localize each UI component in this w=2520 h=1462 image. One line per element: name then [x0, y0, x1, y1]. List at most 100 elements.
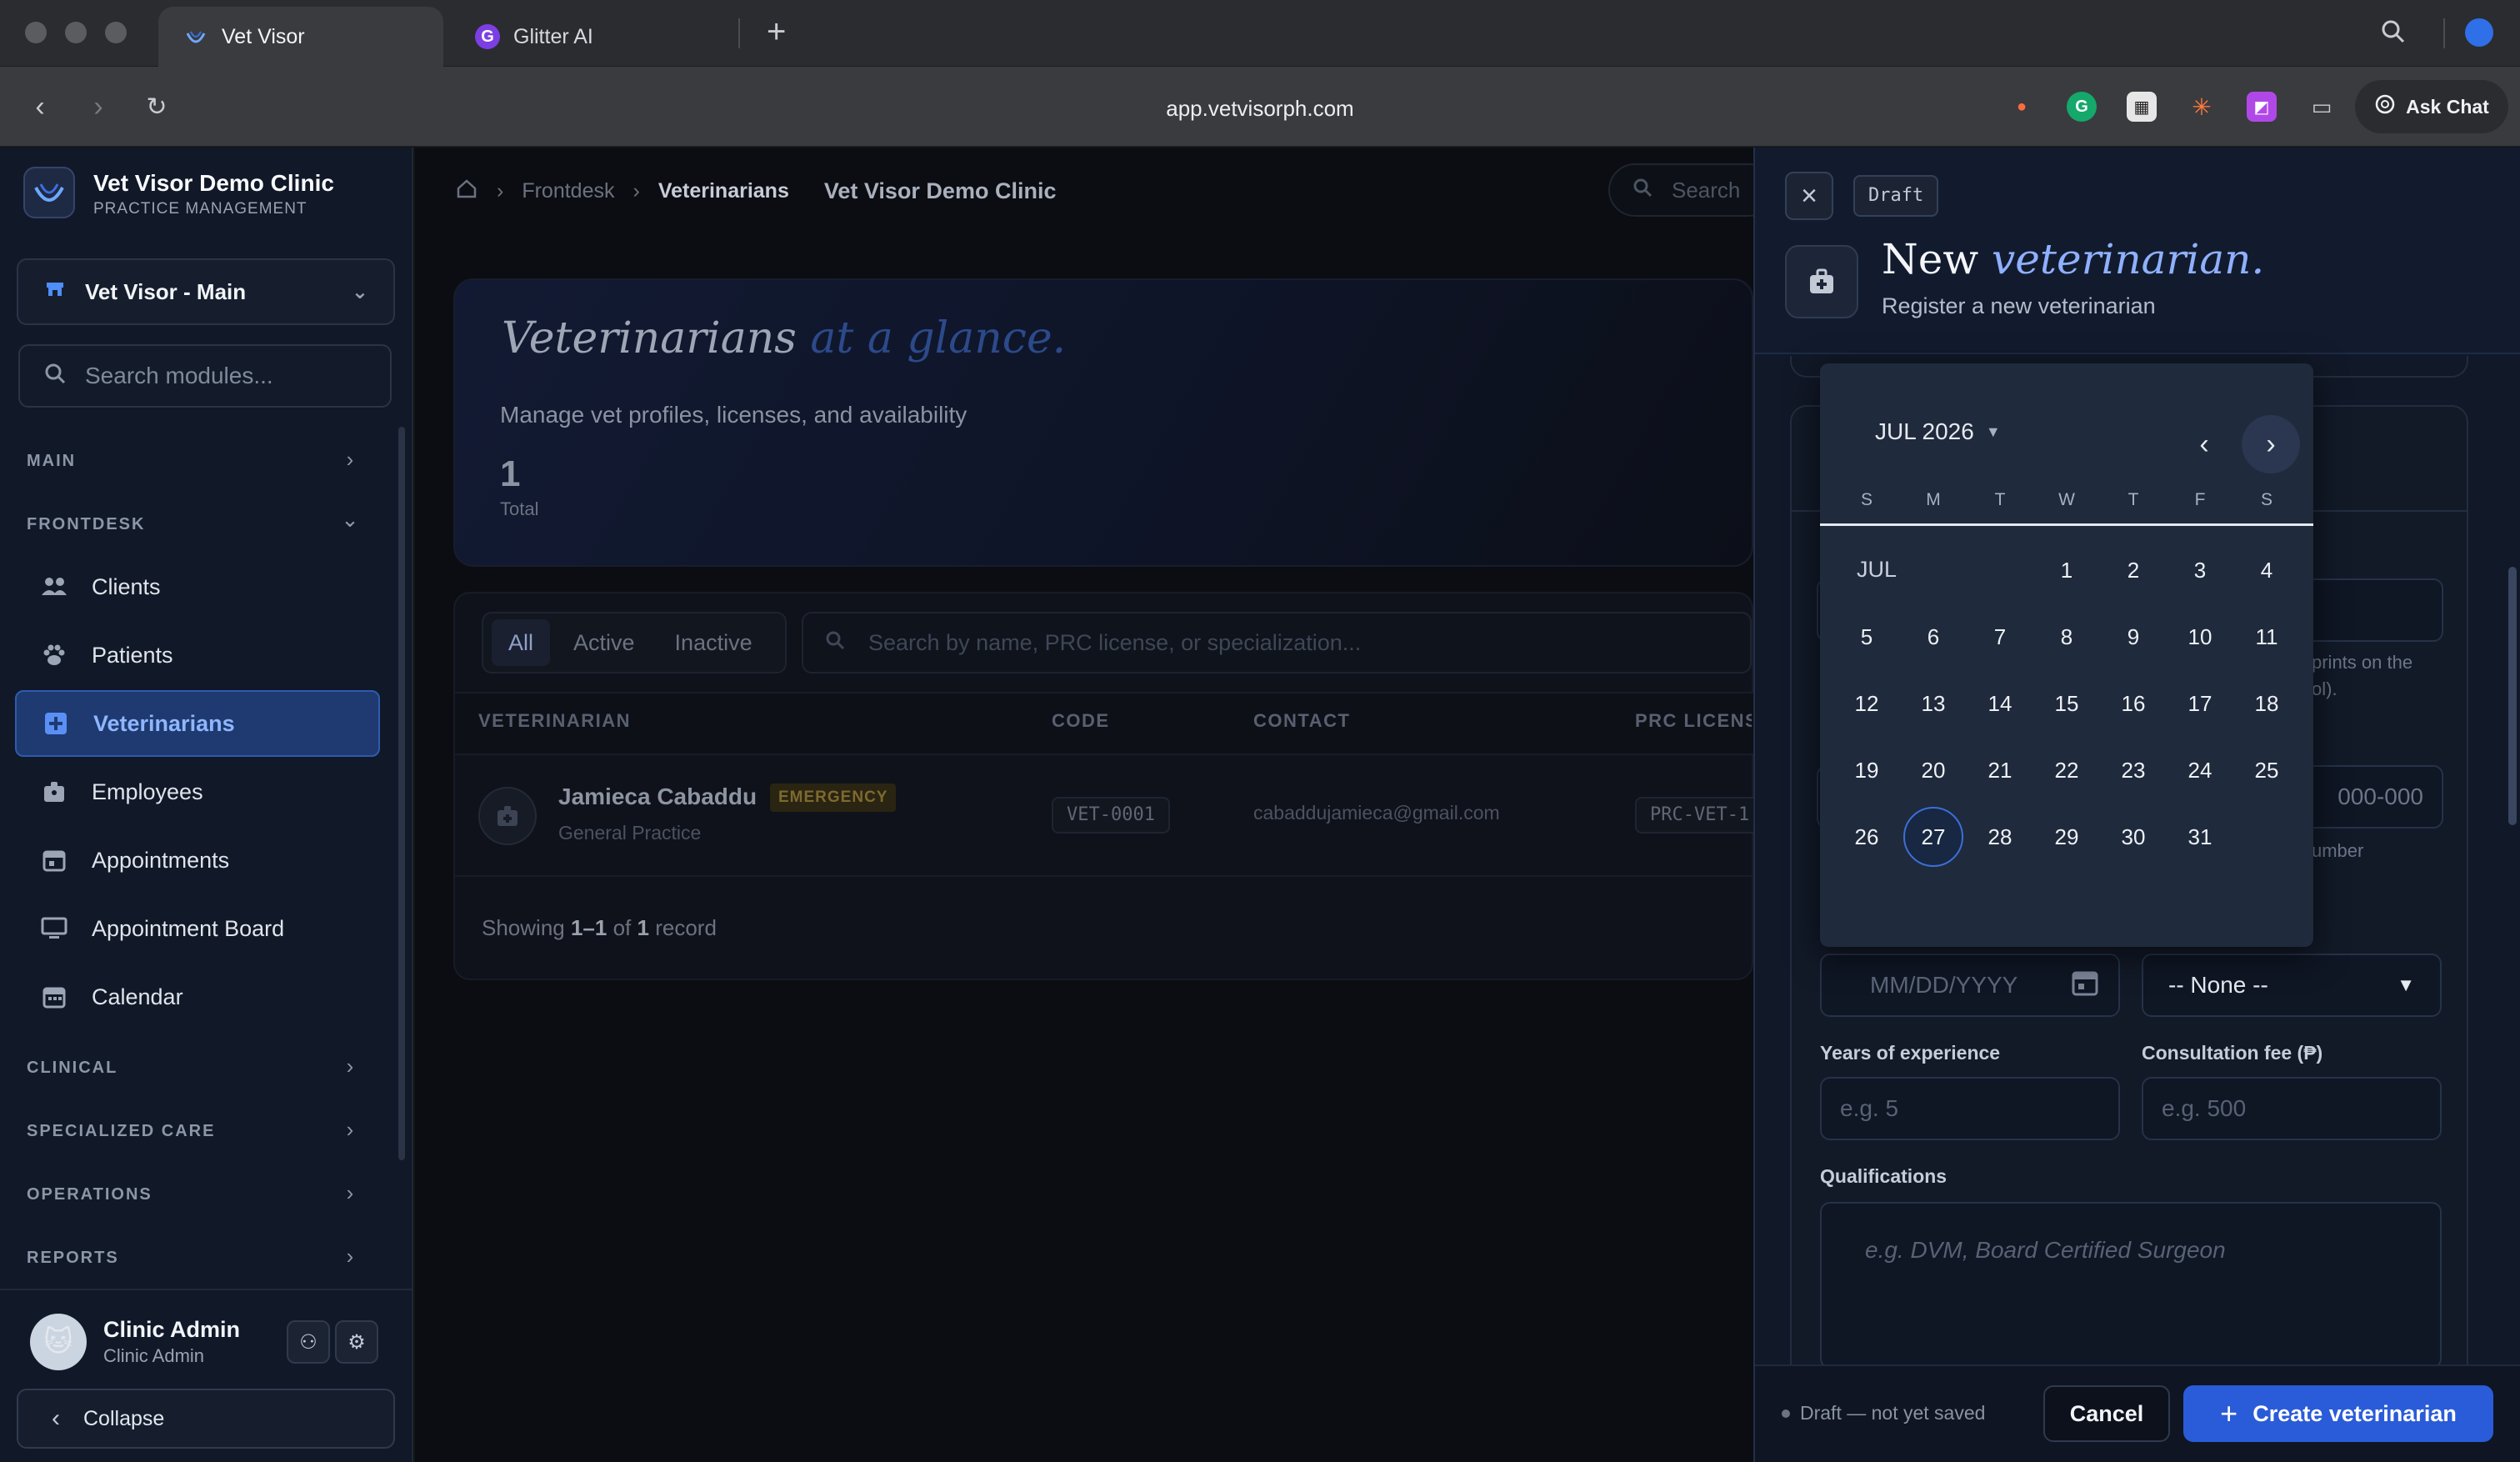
calendar-day[interactable]: 22 [2037, 740, 2097, 800]
calendar-day[interactable]: 28 [1970, 807, 2030, 867]
calendar-day[interactable]: 1 [2037, 540, 2097, 600]
calendar-day[interactable]: 21 [1970, 740, 2030, 800]
browser-tab-vetvisor[interactable]: Vet Visor [158, 7, 443, 67]
calendar-day[interactable]: 25 [2237, 740, 2297, 800]
home-icon[interactable] [455, 177, 478, 206]
switch-user-icon[interactable]: ⚇ [287, 1320, 330, 1364]
chevron-right-icon[interactable]: › [340, 1180, 360, 1206]
calendar-day[interactable]: 10 [2170, 607, 2230, 667]
extension-purple-icon[interactable]: ◩ [2247, 92, 2277, 122]
forward-icon[interactable]: › [80, 88, 117, 125]
calendar-day[interactable]: 9 [2103, 607, 2163, 667]
status-select[interactable]: -- None -- ▼ [2142, 954, 2442, 1017]
calendar-day[interactable]: 6 [1903, 607, 1963, 667]
profile-icon[interactable] [2465, 18, 2493, 47]
global-search-input[interactable]: Search [1608, 163, 1775, 217]
branch-selector[interactable]: Vet Visor - Main ⌄ [17, 258, 395, 325]
calendar-day[interactable]: 31 [2170, 807, 2230, 867]
calendar-day[interactable]: 2 [2103, 540, 2163, 600]
section-specialized-care[interactable]: SPECIALIZED CARE [27, 1122, 215, 1141]
breadcrumb-frontdesk[interactable]: Frontdesk [522, 179, 614, 203]
sidebar-item-patients[interactable]: Patients [15, 623, 380, 687]
tab-search-icon[interactable] [2380, 18, 2407, 52]
section-frontdesk[interactable]: FRONTDESK [27, 515, 145, 534]
sidebar-item-veterinarians[interactable]: Veterinarians [15, 690, 380, 757]
column-header-veterinarian[interactable]: VETERINARIAN [478, 710, 631, 732]
calendar-day[interactable]: 18 [2237, 673, 2297, 734]
chevron-right-icon[interactable]: › [340, 1054, 360, 1079]
sidebar-scrollbar[interactable] [398, 427, 405, 1160]
month-year-selector[interactable]: JUL 2026 ▼ [1875, 418, 2001, 445]
window-maximize-button[interactable] [105, 22, 127, 43]
filter-all[interactable]: All [492, 619, 551, 666]
chevron-down-icon[interactable]: ⌄ [340, 507, 360, 533]
chevron-right-icon[interactable]: › [340, 1244, 360, 1269]
create-veterinarian-button[interactable]: + Create veterinarian [2183, 1385, 2493, 1442]
previous-month-icon[interactable]: ‹ [2175, 415, 2233, 473]
qualifications-textarea[interactable]: e.g. DVM, Board Certified Surgeon [1820, 1202, 2442, 1369]
next-month-icon[interactable]: › [2242, 415, 2300, 473]
extension-chat-icon[interactable]: ▭ [2307, 92, 2337, 122]
calendar-day-selected[interactable]: 27 [1903, 807, 1963, 867]
window-close-button[interactable] [25, 22, 47, 43]
sidebar-item-calendar[interactable]: Calendar [15, 965, 380, 1029]
calendar-day[interactable]: 8 [2037, 607, 2097, 667]
calendar-day[interactable]: 7 [1970, 607, 2030, 667]
veterinarian-search-input[interactable]: Search by name, PRC license, or speciali… [802, 612, 1752, 673]
window-minimize-button[interactable] [65, 22, 87, 43]
filter-inactive[interactable]: Inactive [658, 619, 769, 666]
sidebar-item-employees[interactable]: Employees [15, 760, 380, 824]
browser-tab-glitter[interactable]: G Glitter AI [450, 7, 733, 67]
collapse-button[interactable]: ‹ Collapse [17, 1389, 395, 1449]
chevron-right-icon[interactable]: › [340, 1117, 360, 1143]
column-header-contact[interactable]: CONTACT [1253, 710, 1350, 732]
chevron-right-icon[interactable]: › [340, 447, 360, 473]
calendar-day[interactable]: 12 [1837, 673, 1897, 734]
close-icon[interactable]: × [1785, 172, 1833, 220]
calendar-day[interactable]: 23 [2103, 740, 2163, 800]
calendar-day[interactable]: 5 [1837, 607, 1897, 667]
calendar-day[interactable]: 11 [2237, 607, 2297, 667]
section-operations[interactable]: OPERATIONS [27, 1185, 152, 1204]
calendar-day[interactable]: 17 [2170, 673, 2230, 734]
section-reports[interactable]: REPORTS [27, 1249, 119, 1268]
section-main[interactable]: MAIN [27, 452, 76, 471]
ask-chat-button[interactable]: Ask Chat [2355, 80, 2508, 133]
calendar-day[interactable]: 3 [2170, 540, 2230, 600]
veterinarian-name[interactable]: Jamieca Cabaddu [558, 784, 757, 810]
module-search-input[interactable]: Search modules... [18, 344, 392, 408]
sidebar-item-appointments[interactable]: Appointments [15, 829, 380, 892]
calendar-day[interactable]: 15 [2037, 673, 2097, 734]
sidebar-item-appointment-board[interactable]: Appointment Board [15, 897, 380, 960]
sidebar-item-clients[interactable]: Clients [15, 555, 380, 618]
calendar-icon[interactable] [2070, 968, 2100, 1004]
calendar-day[interactable]: 20 [1903, 740, 1963, 800]
back-icon[interactable]: ‹ [22, 88, 58, 125]
url-field[interactable]: app.vetvisorph.com [1000, 90, 1520, 127]
filter-active[interactable]: Active [557, 619, 652, 666]
calendar-day[interactable]: 24 [2170, 740, 2230, 800]
calendar-day[interactable]: 16 [2103, 673, 2163, 734]
drawer-scrollbar[interactable] [2508, 567, 2517, 825]
years-input[interactable]: e.g. 5 [1820, 1077, 2120, 1140]
cancel-button[interactable]: Cancel [2043, 1385, 2170, 1442]
extension-grammarly-icon[interactable]: G [2067, 92, 2097, 122]
column-header-code[interactable]: CODE [1052, 710, 1110, 732]
reload-icon[interactable]: ↻ [138, 88, 175, 125]
calendar-day[interactable]: 14 [1970, 673, 2030, 734]
calendar-day[interactable]: 30 [2103, 807, 2163, 867]
extension-puzzle-icon[interactable]: ▦ [2127, 92, 2157, 122]
calendar-day[interactable]: 29 [2037, 807, 2097, 867]
calendar-day[interactable]: 4 [2237, 540, 2297, 600]
extension-spark-icon[interactable]: ✳ [2187, 92, 2217, 122]
date-input[interactable]: MM/DD/YYYY [1820, 954, 2120, 1017]
calendar-day[interactable]: 13 [1903, 673, 1963, 734]
column-header-prc-license[interactable]: PRC LICENSE [1635, 710, 1752, 732]
new-tab-icon[interactable]: + [767, 13, 786, 51]
section-clinical[interactable]: CLINICAL [27, 1059, 118, 1078]
avatar[interactable]: 🐱 [30, 1314, 87, 1370]
calendar-day[interactable]: 19 [1837, 740, 1897, 800]
gear-icon[interactable]: ⚙ [335, 1320, 378, 1364]
extension-fox-icon[interactable]: ● [2007, 92, 2037, 122]
calendar-day[interactable]: 26 [1837, 807, 1897, 867]
